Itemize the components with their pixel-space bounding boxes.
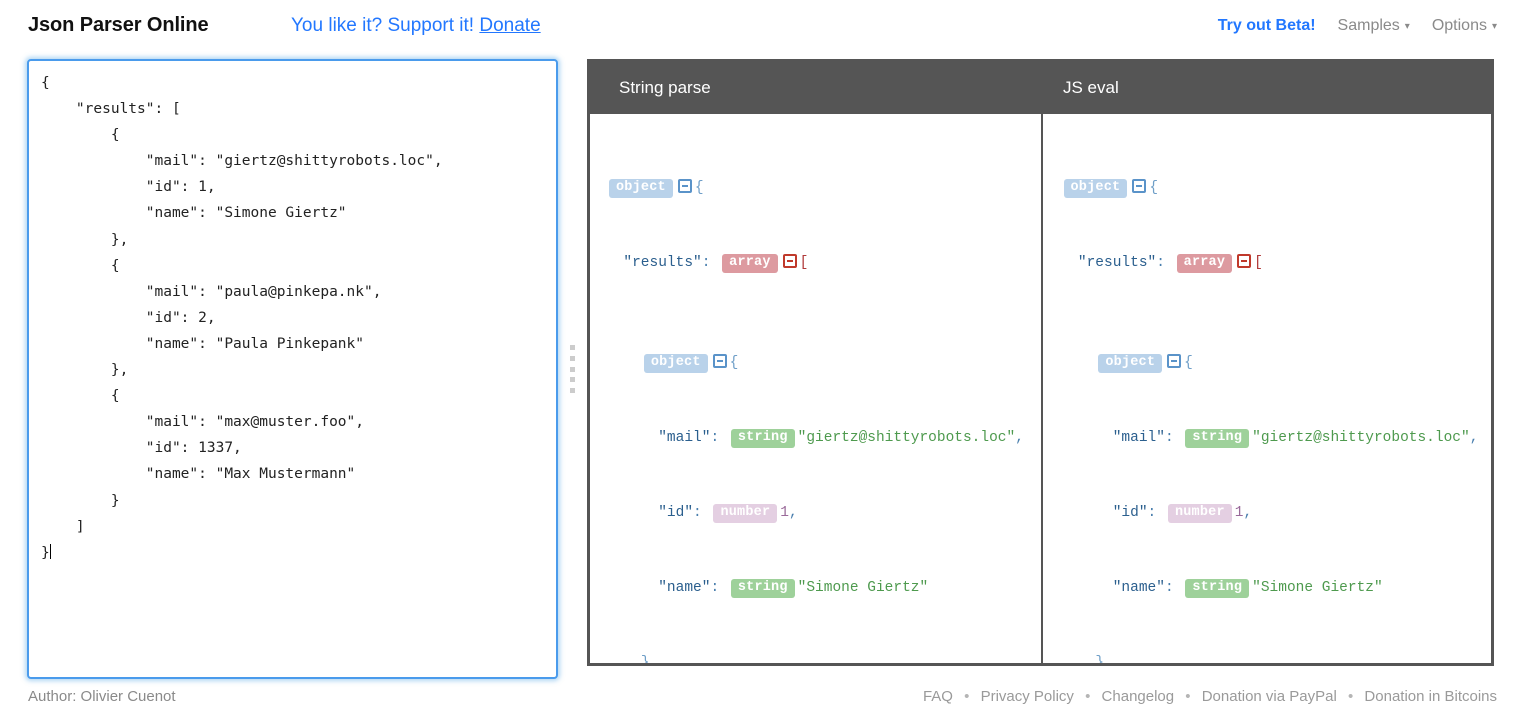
tree-key-mail: "mail" <box>658 430 711 446</box>
header-nav: Try out Beta! Samples ▾ Options ▾ <box>1218 17 1497 35</box>
json-input-editor[interactable]: { "results": [ { "mail": "giertz@shittyr… <box>27 59 558 679</box>
chevron-down-icon: ▾ <box>1404 21 1410 32</box>
footer-link-changelog[interactable]: Changelog <box>1102 688 1175 705</box>
tree-key-name: "name" <box>1112 580 1165 596</box>
tree-value-name: "Simone Giertz" <box>797 580 929 596</box>
collapse-toggle-icon[interactable] <box>1237 254 1252 268</box>
type-badge-number: number <box>713 504 778 523</box>
page-title: Json Parser Online <box>28 14 209 36</box>
json-tree-js-eval: object{ "results": array[ object{ "mail"… <box>1061 126 1492 663</box>
support-message: You like it? Support it! Donate <box>291 15 541 37</box>
tree-value-mail: "giertz@shittyrobots.loc" <box>797 430 1016 446</box>
json-source-code: { "results": [ { "mail": "giertz@shittyr… <box>41 75 443 561</box>
tab-js-eval[interactable]: JS eval <box>1063 78 1119 98</box>
panel-resize-handle[interactable] <box>567 345 577 393</box>
footer-links: FAQ • Privacy Policy • Changelog • Donat… <box>923 688 1497 705</box>
tree-value-id: 1 <box>780 505 789 521</box>
try-out-beta-link[interactable]: Try out Beta! <box>1218 17 1316 35</box>
options-menu-label: Options <box>1431 17 1487 34</box>
chevron-down-icon: ▾ <box>1491 21 1497 32</box>
results-panel: String parse JS eval object{ "results": … <box>587 59 1494 666</box>
footer-link-donation-paypal[interactable]: Donation via PayPal <box>1202 688 1337 705</box>
json-tree-string-parse: object{ "results": array[ object{ "mail"… <box>606 126 1041 663</box>
page-header: Json Parser Online You like it? Support … <box>0 0 1519 52</box>
tree-key-id: "id" <box>1112 505 1148 521</box>
footer-link-privacy-policy[interactable]: Privacy Policy <box>981 688 1074 705</box>
type-badge-array: array <box>1176 254 1233 273</box>
type-badge-object: object <box>643 354 708 373</box>
tree-value-name: "Simone Giertz" <box>1252 580 1383 596</box>
footer-link-faq[interactable]: FAQ <box>923 688 953 705</box>
support-text: You like it? Support it! <box>291 15 475 36</box>
footer-separator: • <box>1085 688 1091 705</box>
type-badge-object: object <box>1098 354 1163 373</box>
string-parse-column: object{ "results": array[ object{ "mail"… <box>590 114 1041 663</box>
tree-key-name: "name" <box>658 580 711 596</box>
collapse-toggle-icon[interactable] <box>712 354 727 368</box>
options-menu[interactable]: Options ▾ <box>1432 17 1497 35</box>
type-badge-object: object <box>1063 179 1128 198</box>
grip-dot-icon <box>569 377 575 383</box>
footer-separator: • <box>964 688 970 705</box>
type-badge-string: string <box>730 429 795 448</box>
type-badge-string: string <box>730 579 795 598</box>
grip-dot-icon <box>569 345 575 350</box>
tree-key-results: "results" <box>623 255 702 271</box>
tree-key-mail: "mail" <box>1112 430 1165 446</box>
type-badge-object: object <box>609 179 673 198</box>
footer-separator: • <box>1347 688 1354 705</box>
collapse-toggle-icon[interactable] <box>782 254 797 268</box>
json-input-text[interactable]: { "results": [ { "mail": "giertz@shittyr… <box>29 61 556 677</box>
collapse-toggle-icon[interactable] <box>1132 179 1147 193</box>
samples-menu[interactable]: Samples ▾ <box>1338 17 1410 35</box>
tab-string-parse[interactable]: String parse <box>619 78 711 98</box>
collapse-toggle-icon[interactable] <box>677 179 692 193</box>
type-badge-number: number <box>1167 504 1232 523</box>
type-badge-string: string <box>1185 579 1250 598</box>
type-badge-string: string <box>1185 429 1250 448</box>
grip-dot-icon <box>569 366 575 372</box>
donate-link[interactable]: Donate <box>479 15 540 36</box>
text-cursor <box>49 543 51 559</box>
grip-dot-icon <box>569 355 575 361</box>
tree-value-mail: "giertz@shittyrobots.loc" <box>1252 430 1470 446</box>
samples-menu-label: Samples <box>1337 17 1400 34</box>
author-credit: Author: Olivier Cuenot <box>28 688 176 705</box>
results-body: object{ "results": array[ object{ "mail"… <box>590 114 1491 663</box>
page-footer: Author: Olivier Cuenot FAQ • Privacy Pol… <box>0 688 1519 726</box>
js-eval-column: object{ "results": array[ object{ "mail"… <box>1040 114 1492 663</box>
footer-separator: • <box>1185 688 1191 705</box>
type-badge-array: array <box>722 254 778 273</box>
footer-link-donation-bitcoins[interactable]: Donation in Bitcoins <box>1364 688 1497 705</box>
results-tabbar: String parse JS eval <box>590 62 1491 114</box>
grip-dot-icon <box>569 388 575 393</box>
tree-key-results: "results" <box>1077 255 1157 271</box>
tree-key-id: "id" <box>658 505 694 521</box>
collapse-toggle-icon[interactable] <box>1167 354 1182 368</box>
